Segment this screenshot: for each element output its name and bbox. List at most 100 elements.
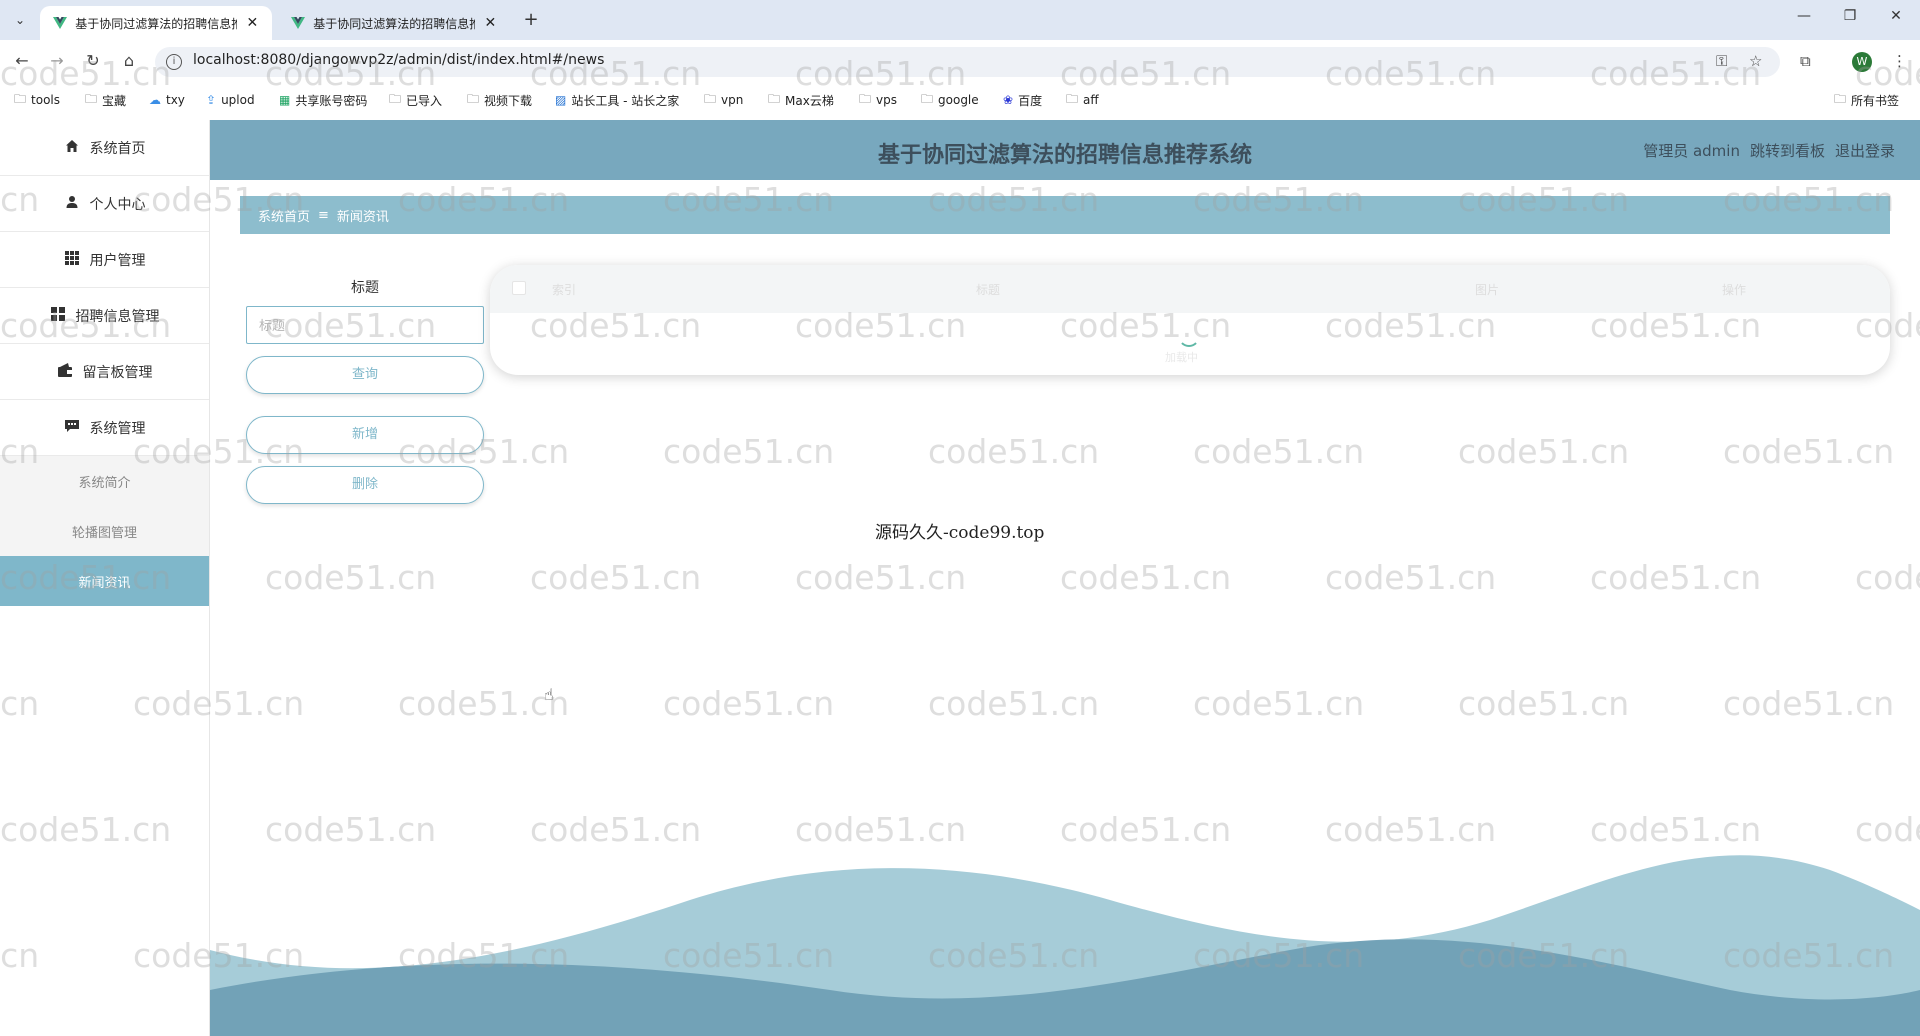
new-tab-icon[interactable]: +	[520, 9, 542, 30]
sidebar-subitem-label: 新闻资讯	[78, 575, 131, 591]
minimize-icon[interactable]: —	[1792, 8, 1816, 24]
sidebar-item-label: 系统管理	[89, 420, 146, 437]
vue-favicon-icon	[290, 15, 305, 31]
table-header: 索引 标题 图片 操作	[490, 265, 1890, 313]
sidebar-subitem-label: 轮播图管理	[71, 525, 137, 541]
all-bookmarks[interactable]: 🗀 所有书签	[1834, 88, 1899, 112]
upload-icon: ⇪	[206, 93, 217, 107]
vue-favicon-icon	[52, 15, 67, 31]
restore-icon[interactable]: ❐	[1838, 8, 1862, 24]
sidebar-subitem-intro[interactable]: 系统简介	[0, 456, 209, 506]
password-key-icon[interactable]: ⚿	[1716, 52, 1727, 70]
breadcrumb: 系统首页 ≡ 新闻资讯	[240, 196, 1890, 234]
folder-icon: 🗀	[1834, 91, 1847, 106]
back-icon[interactable]: ←	[11, 50, 33, 72]
profile-avatar[interactable]: W	[1852, 52, 1872, 72]
sidebar-subitem-carousel[interactable]: 轮播图管理	[0, 506, 209, 556]
folder-icon: 🗀	[768, 91, 781, 106]
bookmark-item[interactable]: 🗀 Max云梯	[768, 88, 834, 112]
dashboard-link[interactable]: 跳转到看板	[1750, 140, 1825, 161]
sidebar-item-label: 招聘信息管理	[75, 308, 160, 325]
sidebar-subitem-label: 系统简介	[78, 475, 131, 491]
sidebar-item-profile[interactable]: 个人中心	[0, 176, 209, 232]
hand-cursor-icon: ☝	[544, 685, 554, 704]
folder-icon: 🗀	[704, 91, 717, 106]
bookmark-item[interactable]: 🗀 视频下载	[467, 88, 532, 112]
sidebar-item-label: 个人中心	[89, 196, 146, 213]
bookmark-item[interactable]: 🗀 vps	[859, 88, 897, 112]
column-header-title: 标题	[976, 283, 1001, 297]
menu-kebab-icon[interactable]: ⋮	[1892, 52, 1907, 70]
sidebar-item-label: 系统首页	[89, 140, 146, 157]
bookmark-item[interactable]: 🗀 vpn	[704, 88, 743, 112]
sidebar-item-home[interactable]: 系统首页	[0, 120, 209, 176]
delete-button[interactable]: 删除	[246, 466, 484, 504]
top-header: 基于协同过滤算法的招聘信息推荐系统 管理员 admin 跳转到看板 退出登录	[210, 120, 1920, 180]
chart-tool-icon: ▨	[555, 93, 567, 107]
bookmark-item[interactable]: ▨ 站长工具 - 站长之家	[555, 88, 679, 112]
tab-list-chevron-icon[interactable]: ⌄	[8, 8, 32, 32]
bookmark-item[interactable]: ⇪ uplod	[206, 88, 255, 112]
sidebar-item-messages[interactable]: 留言板管理	[0, 344, 209, 400]
extensions-icon[interactable]: ⧉	[1800, 52, 1811, 70]
sidebar-item-jobs[interactable]: 招聘信息管理	[0, 288, 209, 344]
bookmark-item[interactable]: ❀ 百度	[1003, 88, 1042, 112]
bookmarks-bar: 🗀 tools 🗀 宝藏 ☁ txy ⇪ uplod ▦ 共享账号密码 🗀 已导入 🗀 视频下…	[0, 88, 1920, 118]
loading-text: 加载中	[1165, 351, 1198, 364]
app-root: 系统首页 个人中心 用户管理 招聘信息管理 留言板管理 系统管理 系统简介 轮播…	[0, 120, 1920, 1036]
folder-icon: 🗀	[85, 91, 98, 106]
breadcrumb-current: 新闻资讯	[336, 209, 389, 225]
decorative-waves	[210, 855, 1920, 1036]
baidu-paw-icon: ❀	[1003, 93, 1014, 107]
home-icon	[64, 139, 80, 157]
reload-icon[interactable]: ↻	[82, 50, 104, 72]
sidebar-item-users[interactable]: 用户管理	[0, 232, 209, 288]
bookmark-item[interactable]: ▦ 共享账号密码	[279, 88, 367, 112]
select-all-checkbox[interactable]	[512, 281, 526, 295]
breadcrumb-home[interactable]: 系统首页	[258, 206, 310, 225]
column-header-image: 图片	[1475, 283, 1500, 297]
news-table: 索引 标题 图片 操作 加载中	[490, 265, 1890, 375]
bookmark-item[interactable]: ☁ txy	[149, 88, 185, 112]
add-button[interactable]: 新增	[246, 416, 484, 454]
message-icon	[64, 419, 80, 437]
admin-user-label: 管理员 admin	[1643, 142, 1740, 160]
source-credit-text: 源码久久-code99.top	[875, 523, 1045, 543]
search-title-input[interactable]	[246, 306, 484, 344]
cloud-icon: ☁	[149, 93, 161, 107]
window-close-icon[interactable]: ✕	[1884, 8, 1908, 24]
folder-icon: 🗀	[14, 91, 27, 106]
sidebar-subitem-news[interactable]: 新闻资讯	[0, 556, 209, 606]
tab-close-icon[interactable]: ✕	[245, 15, 260, 31]
tab-close-icon[interactable]: ✕	[483, 15, 498, 31]
browser-tab[interactable]: 基于协同过滤算法的招聘信息推荐系统 ✕	[278, 6, 510, 40]
home-icon[interactable]: ⌂	[118, 50, 140, 72]
bookmark-item[interactable]: 🗀 google	[921, 88, 979, 112]
sheet-icon: ▦	[279, 93, 291, 107]
site-info-icon[interactable]: i	[166, 54, 182, 70]
sidebar: 系统首页 个人中心 用户管理 招聘信息管理 留言板管理 系统管理 系统简介 轮播…	[0, 120, 210, 1036]
bookmark-item[interactable]: 🗀 已导入	[389, 88, 442, 112]
user-icon	[64, 195, 80, 213]
browser-tab-bar: ⌄ 基于协同过滤算法的招聘信息推荐系统 ✕ 基于协同过滤算法的招聘信息推荐系统 …	[0, 0, 1920, 40]
browser-tab-active[interactable]: 基于协同过滤算法的招聘信息推荐系统 ✕	[40, 6, 272, 40]
folder-icon: 🗀	[467, 91, 480, 106]
forward-icon[interactable]: →	[46, 50, 68, 72]
bookmark-star-icon[interactable]: ☆	[1749, 52, 1762, 70]
logout-link[interactable]: 退出登录	[1835, 140, 1895, 161]
bookmark-item[interactable]: 🗀 tools	[14, 88, 60, 112]
query-button[interactable]: 查询	[246, 356, 484, 394]
search-title-label: 标题	[351, 280, 379, 296]
grid-icon	[64, 250, 80, 269]
wallet-icon	[57, 362, 73, 381]
folder-icon: 🗀	[859, 91, 872, 106]
url-text[interactable]: localhost:8080/djangowvp2z/admin/dist/in…	[193, 52, 604, 68]
sidebar-item-system[interactable]: 系统管理	[0, 400, 209, 456]
breadcrumb-separator: ≡	[318, 207, 329, 223]
bookmark-item[interactable]: 🗀 aff	[1066, 88, 1099, 112]
folder-icon: 🗀	[921, 91, 934, 106]
header-links: 管理员 admin 跳转到看板 退出登录	[1643, 140, 1895, 161]
column-header-index: 索引	[552, 283, 577, 297]
loading-spinner-icon	[1178, 325, 1200, 347]
bookmark-item[interactable]: 🗀 宝藏	[85, 88, 126, 112]
